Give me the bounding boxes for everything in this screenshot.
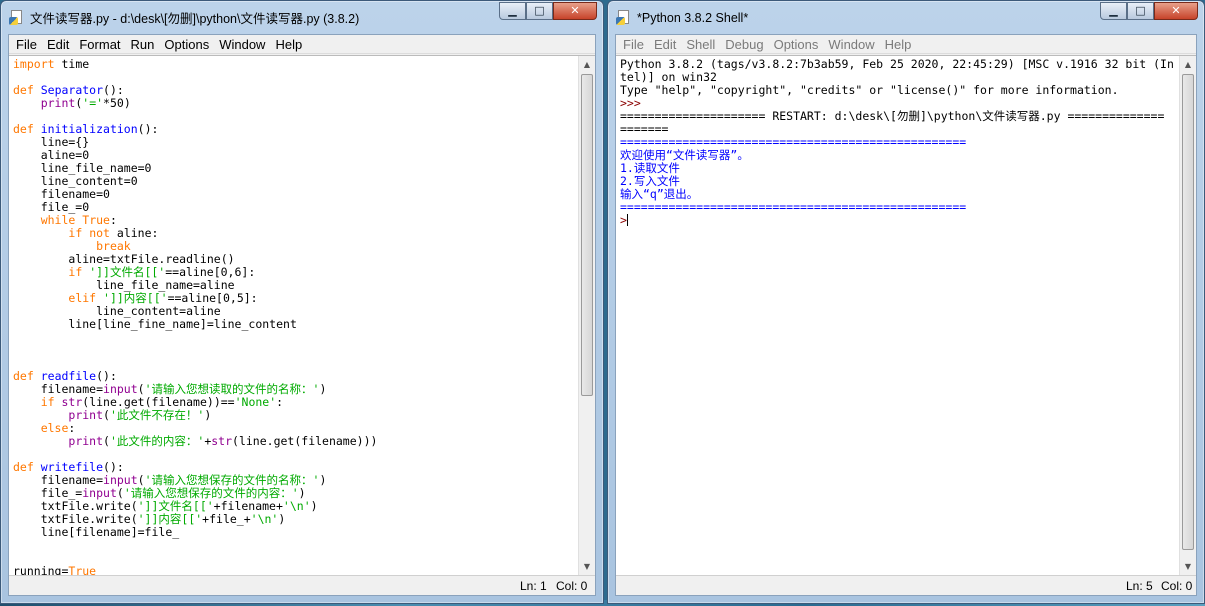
menu-options[interactable]: Options bbox=[771, 37, 826, 52]
code-line: line[filename]=file_ bbox=[13, 525, 180, 539]
menu-options[interactable]: Options bbox=[161, 37, 216, 52]
maximize-button[interactable]: □ bbox=[526, 2, 553, 20]
minimize-icon: ▁ bbox=[508, 4, 517, 17]
menu-edit[interactable]: Edit bbox=[651, 37, 683, 52]
code-editor[interactable]: import time def Separator(): print('='*5… bbox=[9, 55, 595, 575]
editor-client: File Edit Format Run Options Window Help… bbox=[8, 34, 596, 596]
close-icon: ✕ bbox=[570, 4, 580, 17]
shell-line: > bbox=[620, 213, 628, 227]
shell-line: ===================== RESTART: d:\desk\[… bbox=[620, 109, 1165, 123]
shell-menubar: File Edit Shell Debug Options Window Hel… bbox=[616, 35, 1196, 54]
shell-output[interactable]: Python 3.8.2 (tags/v3.8.2:7b3ab59, Feb 2… bbox=[616, 55, 1196, 575]
column-indicator: Col: 0 bbox=[556, 579, 588, 593]
menu-window[interactable]: Window bbox=[825, 37, 881, 52]
scroll-down-arrow-icon[interactable]: ▼ bbox=[579, 558, 595, 575]
shell-text-area[interactable]: Python 3.8.2 (tags/v3.8.2:7b3ab59, Feb 2… bbox=[620, 58, 1176, 575]
menu-run[interactable]: Run bbox=[128, 37, 162, 52]
shell-scrollbar[interactable]: ▲ ▼ bbox=[1179, 56, 1196, 575]
shell-window: *Python 3.8.2 Shell* ▁ □ ✕ File Edit She… bbox=[607, 0, 1205, 604]
code-line: filename=0 bbox=[13, 187, 110, 201]
maximize-button[interactable]: □ bbox=[1127, 2, 1154, 20]
python-shell-icon bbox=[616, 9, 632, 26]
menu-window[interactable]: Window bbox=[216, 37, 272, 52]
code-line: print('此文件的内容：'+str(line.get(filename))) bbox=[68, 434, 378, 448]
editor-menubar: File Edit Format Run Options Window Help bbox=[9, 35, 595, 54]
scroll-down-arrow-icon[interactable]: ▼ bbox=[1180, 558, 1196, 575]
code-line: print('此文件不存在！') bbox=[68, 408, 212, 422]
menu-debug[interactable]: Debug bbox=[722, 37, 770, 52]
shell-title: *Python 3.8.2 Shell* bbox=[637, 10, 749, 25]
shell-line: Type "help", "copyright", "credits" or "… bbox=[620, 83, 1119, 97]
shell-titlebar[interactable]: *Python 3.8.2 Shell* ▁ □ ✕ bbox=[608, 1, 1204, 34]
shell-line: ========================================… bbox=[620, 200, 967, 214]
shell-line: 1.读取文件 bbox=[620, 161, 680, 175]
scroll-up-arrow-icon[interactable]: ▲ bbox=[579, 56, 595, 73]
code-line: def initialization(): bbox=[13, 122, 159, 136]
shell-line: 2.写入文件 bbox=[620, 174, 680, 188]
python-file-icon bbox=[9, 9, 25, 26]
maximize-icon: □ bbox=[1135, 4, 1146, 17]
menu-help[interactable]: Help bbox=[882, 37, 919, 52]
code-line: print('='*50) bbox=[40, 96, 131, 110]
scroll-thumb[interactable] bbox=[581, 74, 593, 396]
close-icon: ✕ bbox=[1171, 4, 1181, 17]
maximize-icon: □ bbox=[534, 4, 545, 17]
menu-help[interactable]: Help bbox=[272, 37, 309, 52]
scroll-thumb[interactable] bbox=[1182, 74, 1194, 550]
shell-client: File Edit Shell Debug Options Window Hel… bbox=[615, 34, 1197, 596]
line-indicator: Ln: 1 bbox=[520, 579, 547, 593]
minimize-icon: ▁ bbox=[1109, 4, 1118, 17]
code-line: line={} bbox=[13, 135, 90, 149]
minimize-button[interactable]: ▁ bbox=[499, 2, 526, 20]
close-button[interactable]: ✕ bbox=[553, 2, 597, 20]
code-line: running=True bbox=[13, 564, 97, 576]
menu-edit[interactable]: Edit bbox=[44, 37, 76, 52]
menu-file[interactable]: File bbox=[13, 37, 44, 52]
menu-file[interactable]: File bbox=[620, 37, 651, 52]
code-text-area[interactable]: import time def Separator(): print('='*5… bbox=[13, 58, 575, 575]
editor-statusbar: Ln: 1 Col: 0 bbox=[9, 575, 595, 595]
line-indicator: Ln: 5 bbox=[1126, 579, 1153, 593]
menu-format[interactable]: Format bbox=[76, 37, 127, 52]
text-cursor bbox=[626, 214, 628, 226]
scroll-up-arrow-icon[interactable]: ▲ bbox=[1180, 56, 1196, 73]
shell-statusbar: Ln: 5 Col: 0 bbox=[616, 575, 1196, 595]
editor-window: 文件读写器.py - d:\desk\[勿删]\python\文件读写器.py … bbox=[0, 0, 604, 604]
column-indicator: Col: 0 bbox=[1161, 579, 1193, 593]
shell-line: 欢迎使用“文件读写器”。 bbox=[620, 148, 749, 162]
code-line: line[line_fine_name]=line_content bbox=[13, 317, 297, 331]
menu-shell[interactable]: Shell bbox=[683, 37, 722, 52]
editor-scrollbar[interactable]: ▲ ▼ bbox=[578, 56, 595, 575]
close-button[interactable]: ✕ bbox=[1154, 2, 1198, 20]
code-line: import time bbox=[13, 58, 90, 71]
editor-title: 文件读写器.py - d:\desk\[勿删]\python\文件读写器.py … bbox=[30, 12, 360, 26]
editor-titlebar[interactable]: 文件读写器.py - d:\desk\[勿删]\python\文件读写器.py … bbox=[1, 1, 603, 34]
minimize-button[interactable]: ▁ bbox=[1100, 2, 1127, 20]
